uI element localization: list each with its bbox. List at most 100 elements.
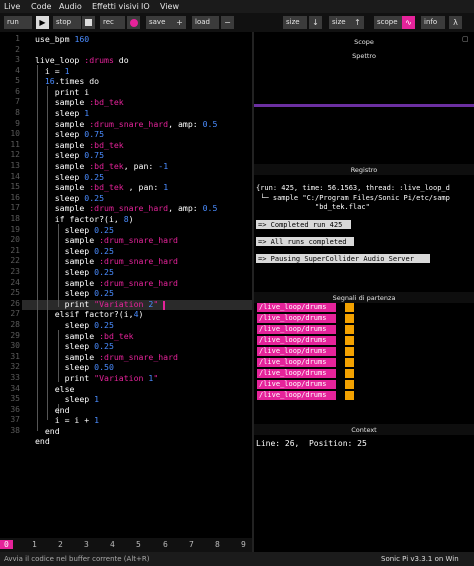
menu-audio[interactable]: Audio	[59, 2, 82, 11]
code-line: sample :bd_tek , pan: 1	[35, 182, 169, 192]
tab-buffer-1[interactable]: 1	[32, 540, 37, 549]
code-line: sample :drum_snare_hard	[35, 352, 178, 362]
line-number: 25	[10, 288, 20, 297]
line-number: 7	[15, 97, 20, 106]
line-number: 26	[10, 299, 20, 308]
code-line: i = 1	[35, 66, 70, 76]
tab-buffer-5[interactable]: 5	[136, 540, 141, 549]
panel-float-icon[interactable]: ▢	[462, 35, 469, 43]
text-cursor	[163, 301, 165, 310]
context-position: Line: 26, Position: 25	[256, 439, 367, 448]
size-down-icon[interactable]: ↓	[309, 16, 322, 29]
code-line: sleep 1	[35, 394, 100, 404]
size-button-2[interactable]: size	[329, 16, 351, 29]
line-number: 15	[10, 182, 20, 191]
line-number: 9	[15, 119, 20, 128]
code-line: sleep 0.25	[35, 288, 114, 298]
tab-buffer-6[interactable]: 6	[163, 540, 168, 549]
menu-live[interactable]: Live	[4, 2, 20, 11]
lambda-icon[interactable]: λ	[449, 16, 462, 29]
line-number: 34	[10, 384, 20, 393]
code-line: elsif factor?(i,4)	[35, 309, 144, 319]
code-line: sleep 0.75	[35, 129, 105, 139]
cue-marker	[345, 391, 354, 400]
tab-buffer-0[interactable]: 0	[0, 540, 13, 549]
code-line: print i	[35, 87, 90, 97]
code-line: sleep 0.50	[35, 362, 114, 372]
record-icon[interactable]	[127, 16, 140, 29]
tab-buffer-4[interactable]: 4	[110, 540, 115, 549]
tab-buffer-2[interactable]: 2	[58, 540, 63, 549]
size-up-icon[interactable]: ↑	[351, 16, 364, 29]
stop-button[interactable]: stop	[53, 16, 81, 29]
code-line: sleep 0.75	[35, 150, 105, 160]
scope-button[interactable]: scope	[374, 16, 402, 29]
menu-code[interactable]: Code	[31, 2, 51, 11]
cues-panel-title: Segnali di partenza	[332, 294, 396, 302]
stop-icon[interactable]	[82, 16, 95, 29]
line-number: 29	[10, 331, 20, 340]
code-line: sleep 0.25	[35, 172, 105, 182]
line-number: 28	[10, 320, 20, 329]
code-line: use_bpm 160	[35, 34, 90, 44]
code-line: live_loop :drums do	[35, 55, 129, 65]
code-line: sample :bd_tek	[35, 140, 124, 150]
tab-buffer-3[interactable]: 3	[84, 540, 89, 549]
log-line: {run: 425, time: 56.1563, thread: :live_…	[256, 184, 450, 192]
line-number: 20	[10, 235, 20, 244]
log-highlight: => Pausing SuperCollider Audio Server	[256, 254, 430, 263]
code-line: sample :drum_snare_hard	[35, 235, 178, 245]
code-line: sample :drum_snare_hard	[35, 256, 178, 266]
tab-buffer-8[interactable]: 8	[215, 540, 220, 549]
tab-buffer-7[interactable]: 7	[189, 540, 194, 549]
cue-item: /live_loop/drums	[257, 380, 336, 389]
line-number: 1	[15, 34, 20, 43]
minus-icon[interactable]: −	[221, 16, 234, 29]
line-number: 12	[10, 150, 20, 159]
line-number: 6	[15, 87, 20, 96]
cue-marker	[345, 369, 354, 378]
line-number: 17	[10, 203, 20, 212]
load-button[interactable]: load	[192, 16, 219, 29]
line-number: 5	[15, 76, 20, 85]
save-button[interactable]: save	[146, 16, 173, 29]
cue-marker	[345, 380, 354, 389]
menu-visual-effects[interactable]: Effetti visivi	[92, 2, 139, 11]
log-highlight: => Completed run 425	[256, 220, 351, 229]
line-number: 2	[15, 45, 20, 54]
code-line: print "Variation 1"	[35, 373, 159, 383]
cue-item: /live_loop/drums	[257, 391, 336, 400]
code-line: end	[35, 405, 70, 415]
log-line: "bd_tek.flac"	[256, 203, 370, 211]
cue-item: /live_loop/drums	[257, 358, 336, 367]
code-line: if factor?(i, 8)	[35, 214, 134, 224]
line-number: 3	[15, 55, 20, 64]
menu-bar: Live Code Audio Effetti visivi IO View	[0, 0, 474, 13]
menu-view[interactable]: View	[160, 2, 179, 11]
line-number: 10	[10, 129, 20, 138]
info-button[interactable]: info	[421, 16, 445, 29]
code-line: else	[35, 384, 75, 394]
rec-button[interactable]: rec	[100, 16, 125, 29]
line-number: 13	[10, 161, 20, 170]
line-number: 8	[15, 108, 20, 117]
cue-item: /live_loop/drums	[257, 325, 336, 334]
code-line: sample :bd_tek, pan: -1	[35, 161, 169, 171]
size-button[interactable]: size	[283, 16, 307, 29]
run-button[interactable]: run	[4, 16, 32, 29]
code-editor[interactable]: 1 2 3 4 5 6 7 8 9 10 11 12 13 14 15 16 1…	[0, 32, 252, 538]
code-line: end	[35, 426, 60, 436]
cue-marker	[345, 325, 354, 334]
context-panel-title: Context	[351, 426, 377, 434]
line-number: 36	[10, 405, 20, 414]
line-number: 19	[10, 225, 20, 234]
menu-io[interactable]: IO	[141, 2, 150, 11]
tab-buffer-9[interactable]: 9	[241, 540, 246, 549]
wave-icon[interactable]: ∿	[402, 16, 415, 29]
plus-icon[interactable]: +	[173, 16, 186, 29]
line-number: 11	[10, 140, 20, 149]
code-line: sleep 0.25	[35, 225, 114, 235]
play-icon[interactable]: ▶	[36, 16, 49, 29]
log-panel-title: Registro	[350, 166, 378, 174]
status-bar: Avvia il codice nel buffer corrente (Alt…	[0, 552, 474, 566]
